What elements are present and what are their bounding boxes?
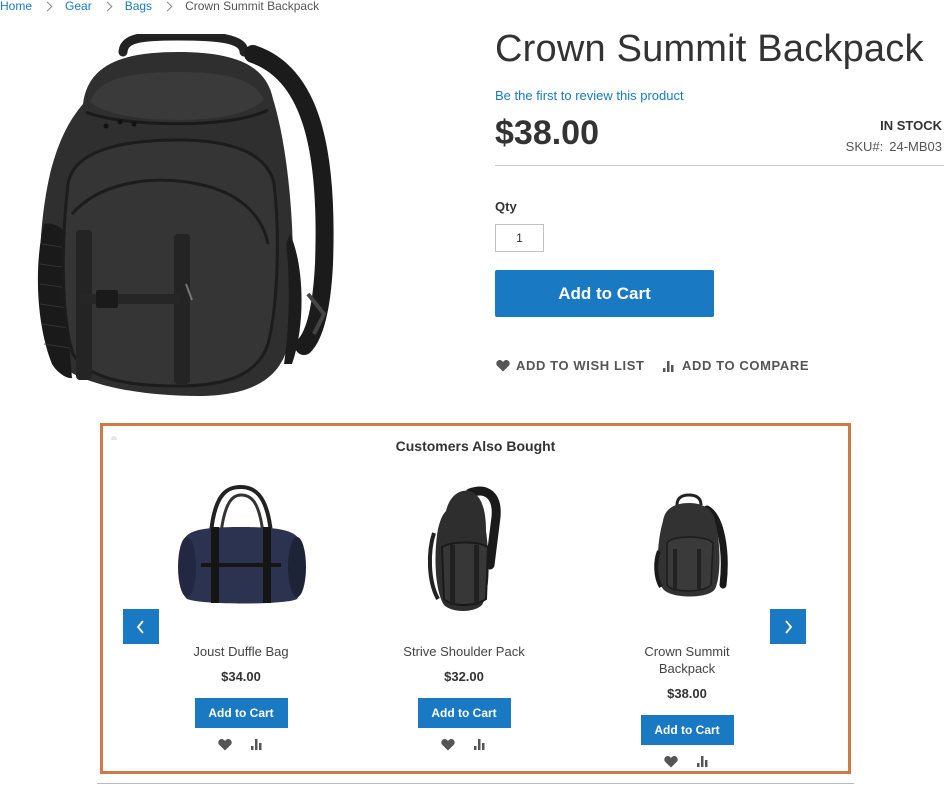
compare-icon[interactable] xyxy=(696,755,710,767)
product-price: $38.00 xyxy=(495,114,599,152)
related-item: Strive Shoulder Pack $32.00 Add to Cart xyxy=(374,481,554,751)
chevron-right-icon xyxy=(102,1,113,11)
sku: SKU#: 24-MB03 xyxy=(846,139,942,154)
compare-icon[interactable] xyxy=(473,738,487,750)
compare-icon xyxy=(663,360,674,372)
compare-icon[interactable] xyxy=(250,738,264,750)
customers-also-bought-block: Customers Also Bought Joust Duffle Bag $… xyxy=(100,423,851,774)
heart-icon[interactable] xyxy=(218,738,232,751)
related-title: Customers Also Bought xyxy=(395,438,556,454)
qty-label: Qty xyxy=(495,199,517,214)
sku-label: SKU#: xyxy=(845,139,884,154)
related-item-actions xyxy=(374,738,554,751)
related-add-to-cart-button[interactable]: Add to Cart xyxy=(640,715,734,745)
breadcrumb-gear[interactable]: Gear xyxy=(65,0,92,13)
chevron-left-icon xyxy=(136,619,144,634)
related-item-name[interactable]: Joust Duffle Bag xyxy=(151,643,331,660)
related-item: Crown Summit Backpack $38.00 Add to Cart xyxy=(597,481,777,768)
product-thumbnail[interactable] xyxy=(617,481,757,616)
divider xyxy=(97,783,854,784)
chevron-right-icon xyxy=(785,619,793,634)
product-thumbnail[interactable] xyxy=(394,481,534,616)
sku-value: 24-MB03 xyxy=(889,139,942,154)
related-item: Joust Duffle Bag $34.00 Add to Cart xyxy=(151,481,331,751)
breadcrumb-home[interactable]: Home xyxy=(0,0,32,13)
heart-icon[interactable] xyxy=(441,738,455,751)
related-item-name[interactable]: Strive Shoulder Pack xyxy=(374,643,554,660)
wishlist-label: ADD TO WISH LIST xyxy=(516,358,645,373)
breadcrumb-bags[interactable]: Bags xyxy=(125,0,152,13)
related-add-to-cart-button[interactable]: Add to Cart xyxy=(417,698,511,728)
review-link[interactable]: Be the first to review this product xyxy=(495,88,684,103)
related-item-name[interactable]: Crown Summit Backpack xyxy=(632,643,742,677)
qty-input[interactable] xyxy=(495,224,544,252)
related-item-actions xyxy=(597,755,777,768)
product-thumbnail[interactable] xyxy=(171,481,311,616)
page-title: Crown Summit Backpack xyxy=(495,28,924,70)
breadcrumb-current: Crown Summit Backpack xyxy=(185,0,320,13)
heart-icon xyxy=(496,360,510,372)
related-item-price: $34.00 xyxy=(221,669,261,684)
divider xyxy=(495,165,944,166)
chevron-right-icon xyxy=(42,1,53,11)
add-to-wishlist-link[interactable]: ADD TO WISH LIST xyxy=(496,358,645,373)
chevron-right-icon xyxy=(162,1,173,11)
breadcrumb: Home Gear Bags Crown Summit Backpack xyxy=(0,0,319,14)
related-item-price: $38.00 xyxy=(667,686,707,701)
add-to-cart-button[interactable]: Add to Cart xyxy=(495,270,714,317)
add-to-compare-link[interactable]: ADD TO COMPARE xyxy=(662,358,809,373)
stock-status: IN STOCK xyxy=(880,118,942,133)
heart-icon[interactable] xyxy=(664,755,678,768)
related-item-price: $32.00 xyxy=(444,669,484,684)
product-main-image[interactable] xyxy=(28,34,334,400)
related-add-to-cart-button[interactable]: Add to Cart xyxy=(194,698,288,728)
related-item-actions xyxy=(151,738,331,751)
compare-label: ADD TO COMPARE xyxy=(682,358,810,373)
